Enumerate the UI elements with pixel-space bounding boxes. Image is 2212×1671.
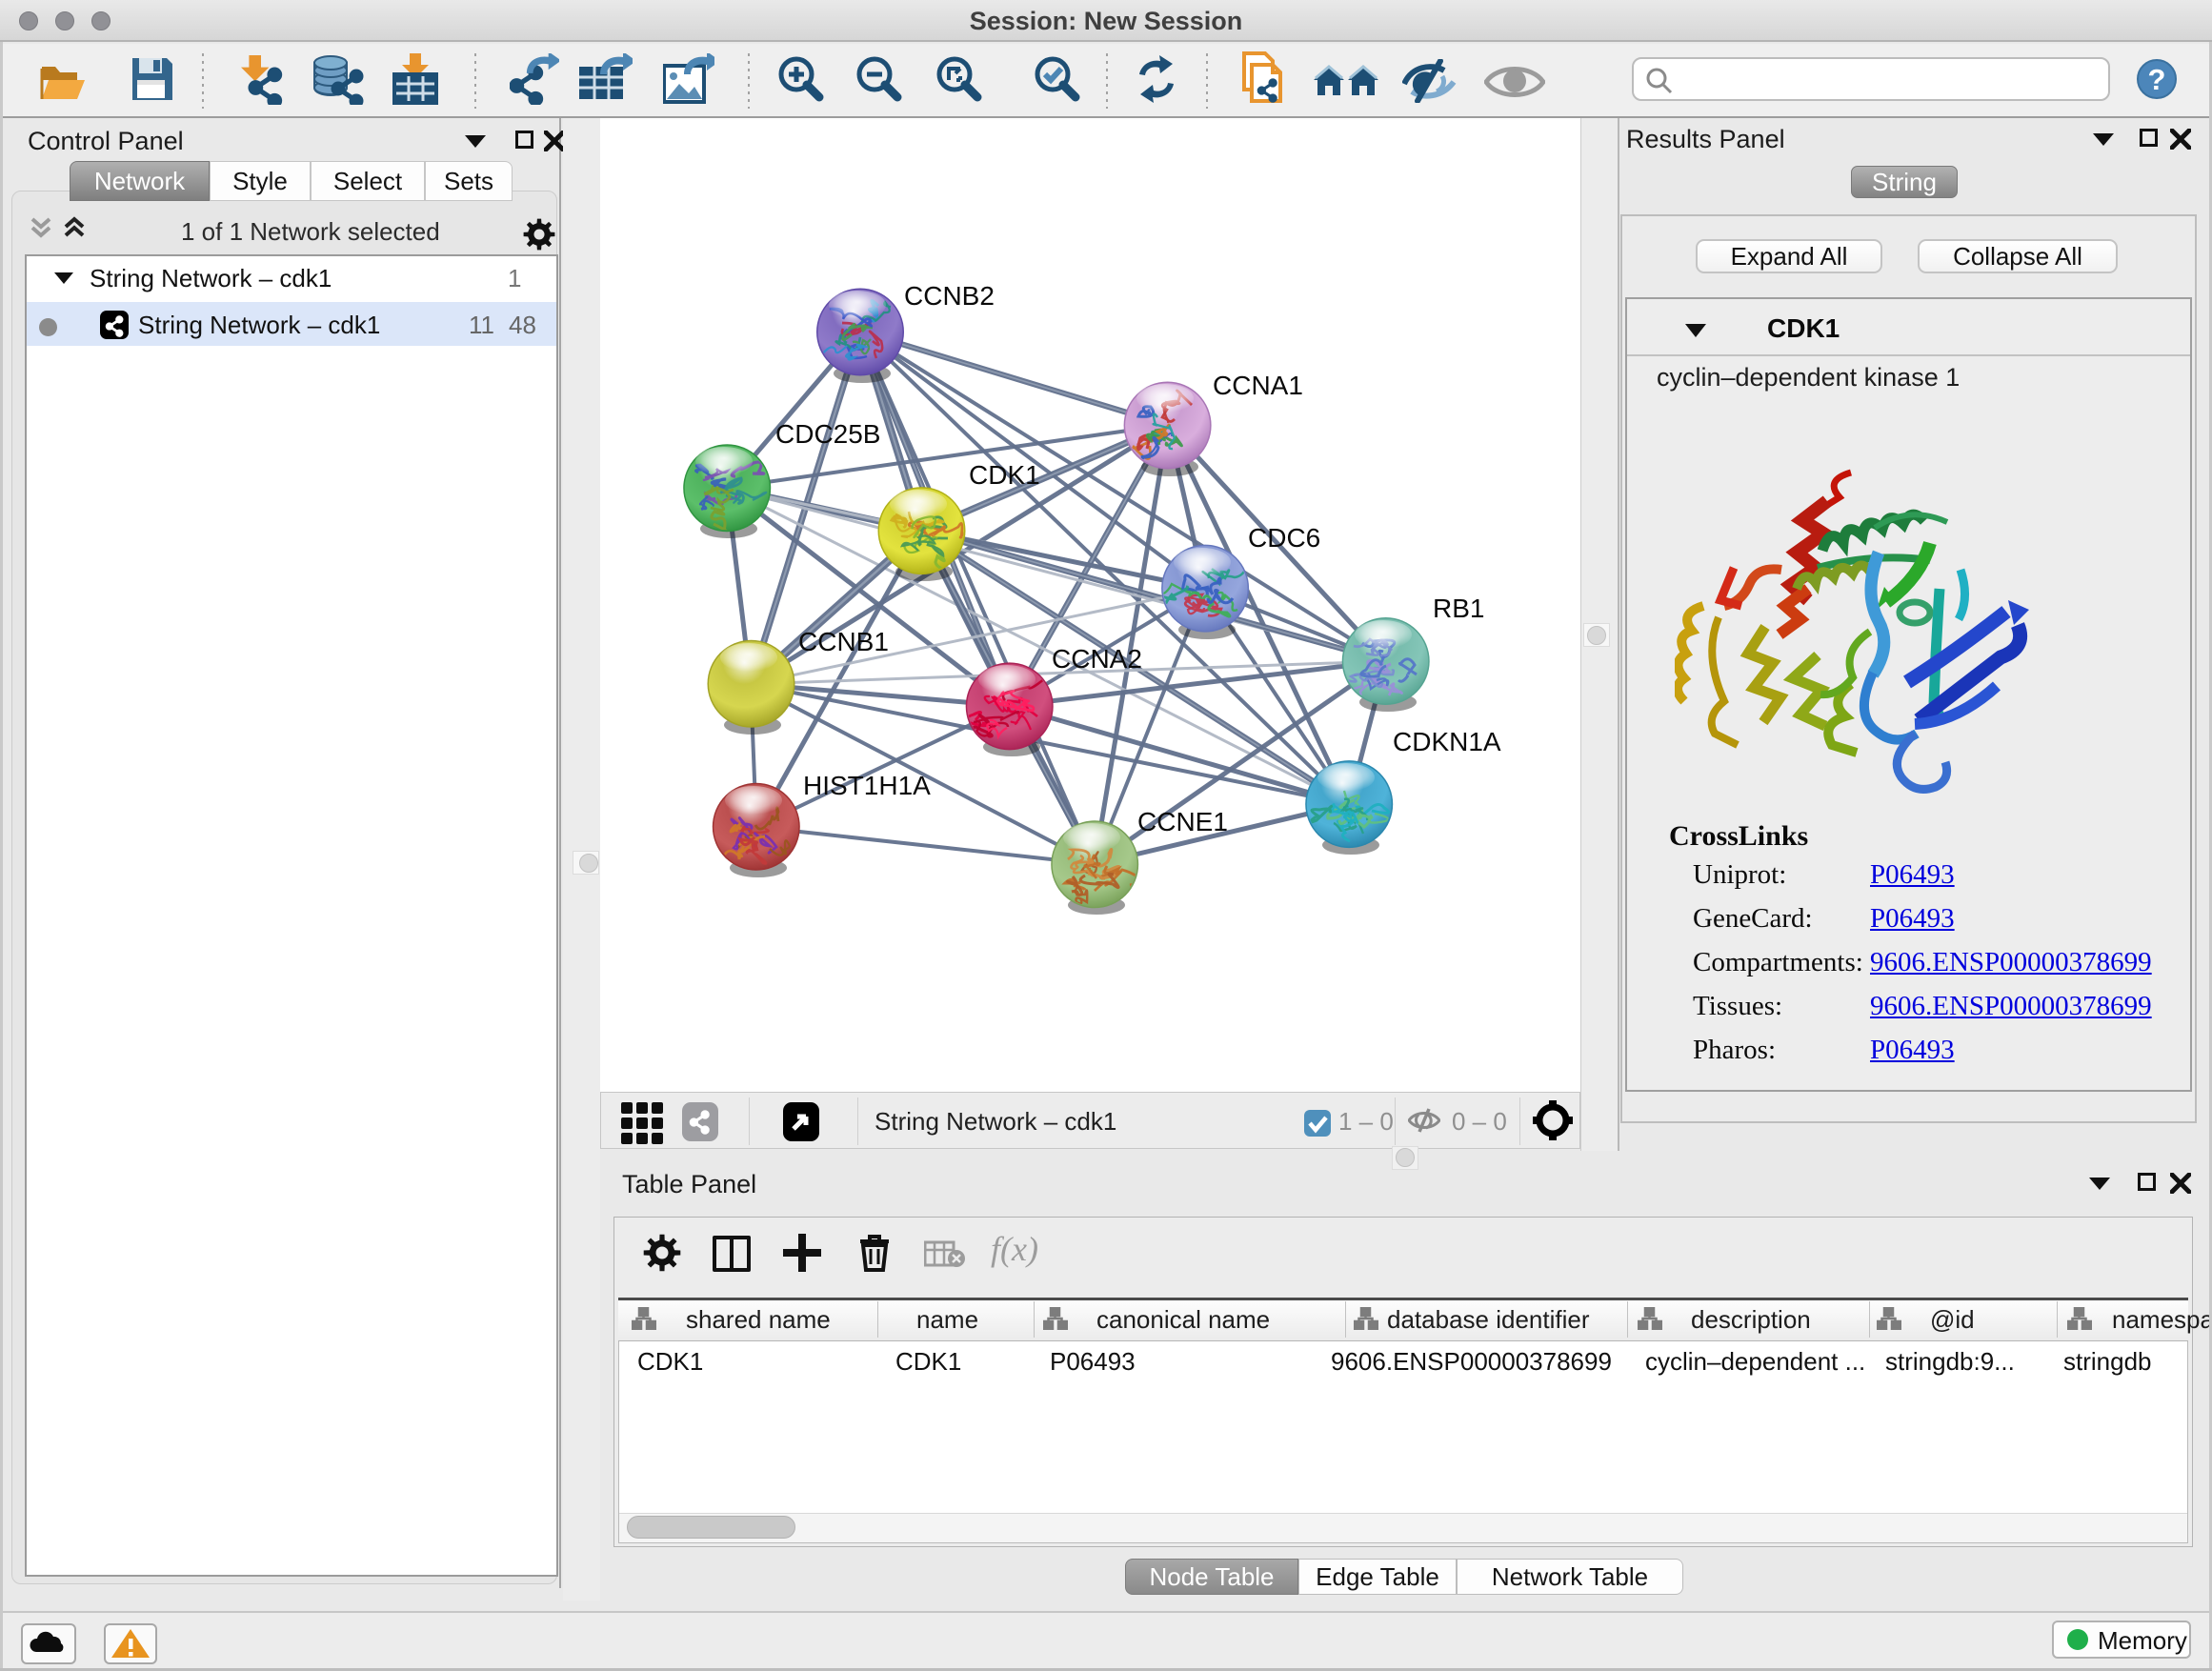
svg-text:CCNB2: CCNB2 — [904, 281, 995, 311]
svg-text:HIST1H1A: HIST1H1A — [803, 771, 931, 800]
svg-text:CDKN1A: CDKN1A — [1393, 727, 1501, 756]
svg-text:CCNA1: CCNA1 — [1213, 371, 1303, 400]
svg-text:CCNB1: CCNB1 — [798, 627, 889, 656]
svg-text:CDC6: CDC6 — [1248, 523, 1320, 553]
svg-text:CDC25B: CDC25B — [775, 419, 880, 449]
svg-text:CCNE1: CCNE1 — [1137, 807, 1228, 836]
svg-text:CDK1: CDK1 — [969, 460, 1040, 490]
svg-text:CCNA2: CCNA2 — [1052, 644, 1142, 674]
svg-text:RB1: RB1 — [1433, 594, 1484, 623]
